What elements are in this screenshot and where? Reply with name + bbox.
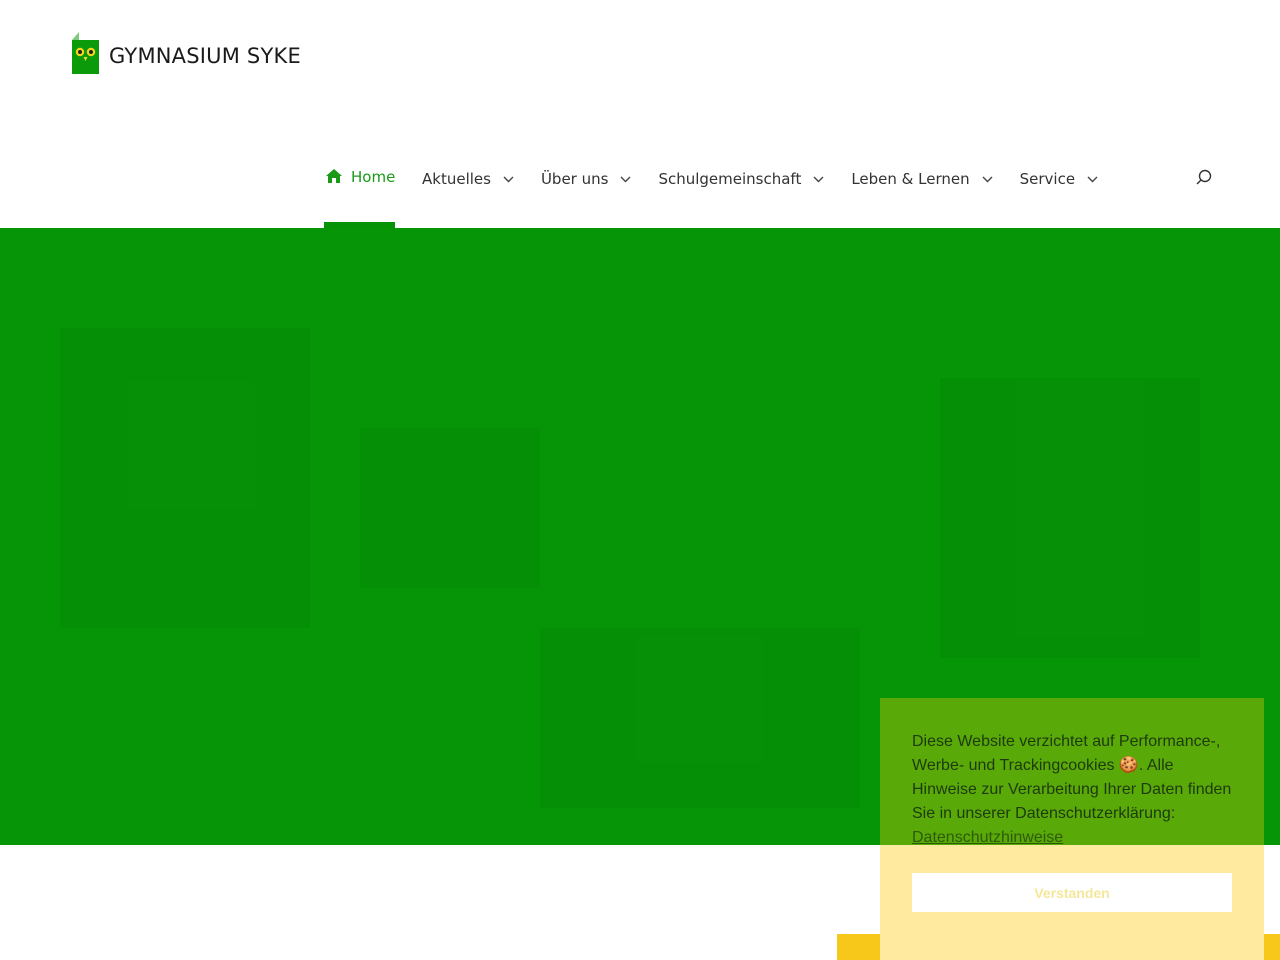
nav-item-aktuelles[interactable]: Aktuelles bbox=[422, 150, 514, 228]
nav-item-ueber-uns[interactable]: Über uns bbox=[541, 150, 632, 228]
hero-texture bbox=[60, 328, 310, 628]
search-icon[interactable] bbox=[1194, 168, 1214, 188]
nav-item-home[interactable]: Home bbox=[324, 150, 395, 228]
cookie-message: Diese Website verzichtet auf Performance… bbox=[912, 730, 1232, 850]
nav-item-schulgemeinschaft[interactable]: Schulgemeinschaft bbox=[658, 150, 824, 228]
accept-cookies-button[interactable]: Verstanden bbox=[912, 873, 1232, 912]
page: GYMNASIUM SYKE Home Aktuelles Über uns S… bbox=[0, 0, 1280, 960]
chevron-down-icon bbox=[982, 169, 993, 193]
main-navigation: Home Aktuelles Über uns Schulgemeinschaf… bbox=[324, 150, 1098, 228]
nav-label: Schulgemeinschaft bbox=[658, 170, 802, 188]
hero-texture bbox=[940, 378, 1200, 658]
home-icon bbox=[326, 169, 342, 187]
nav-item-service[interactable]: Service bbox=[1020, 150, 1098, 228]
hero-texture bbox=[540, 628, 860, 808]
nav-label: Über uns bbox=[540, 170, 609, 188]
nav-label: Leben & Lernen bbox=[851, 170, 970, 188]
chevron-down-icon bbox=[620, 169, 631, 193]
cookie-text-part: Diese Website verzichtet auf Performance… bbox=[912, 733, 1221, 774]
chevron-down-icon bbox=[1087, 169, 1098, 193]
privacy-link[interactable]: Datenschutzhinweise bbox=[912, 829, 1063, 846]
nav-label-home: Home bbox=[351, 168, 396, 186]
chevron-down-icon bbox=[503, 169, 514, 193]
nav-label: Service bbox=[1019, 170, 1076, 188]
cookie-emoji: 🍪 bbox=[1118, 757, 1139, 774]
nav-item-leben-lernen[interactable]: Leben & Lernen bbox=[851, 150, 993, 228]
hero-texture bbox=[360, 428, 540, 588]
nav-label: Aktuelles bbox=[422, 170, 491, 188]
site-logo[interactable]: GYMNASIUM SYKE bbox=[72, 32, 301, 74]
owl-logo-icon bbox=[72, 32, 99, 74]
chevron-down-icon bbox=[813, 169, 824, 193]
site-title: GYMNASIUM SYKE bbox=[109, 44, 301, 68]
